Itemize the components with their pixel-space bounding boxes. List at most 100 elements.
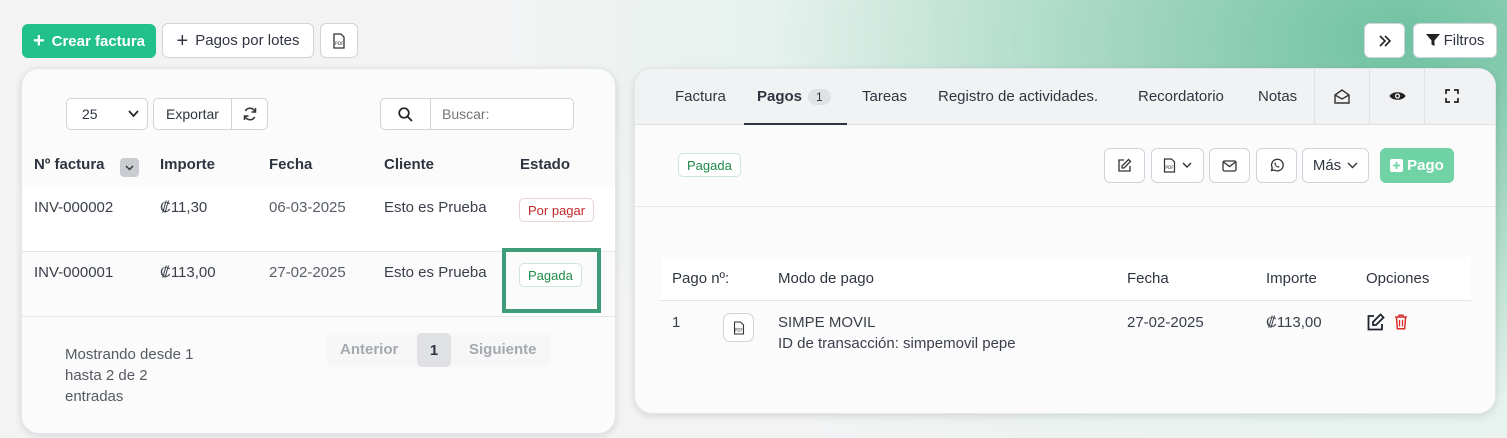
invoice-date: 27-02-2025 [269, 264, 346, 281]
filters-label: Filtros [1443, 32, 1485, 49]
pdf-file-icon: PDF [332, 32, 346, 49]
entries-info: Mostrando desde 1 hasta 2 de 2 entradas [65, 344, 193, 407]
search-button[interactable] [380, 98, 431, 130]
page-number-button[interactable]: 1 [417, 333, 451, 367]
col-payment-options: Opciones [1366, 270, 1430, 287]
search-input[interactable] [430, 98, 574, 130]
plus-square-icon [1390, 159, 1404, 172]
double-chevron-right-icon [1378, 34, 1392, 47]
pdf-dropdown-button[interactable]: PDF [1151, 148, 1204, 183]
payment-number: 1 [672, 314, 681, 331]
next-page-button[interactable]: Siguiente [469, 341, 537, 358]
filters-button[interactable]: Filtros [1413, 23, 1497, 58]
envelope-icon [1222, 159, 1237, 172]
tab-payments-label: Pagos [757, 88, 803, 105]
add-payment-button[interactable]: Pago [1380, 148, 1454, 183]
payment-pdf-button[interactable]: PDF [723, 313, 754, 342]
payment-amount: ₡113,00 [1266, 314, 1322, 331]
invoice-list-card: 25 Exportar Nº factura Importe Fecha Cli… [21, 68, 616, 434]
payment-transaction-id: ID de transacción: simpemovil pepe [778, 335, 1016, 352]
svg-text:PDF: PDF [1165, 165, 1174, 171]
sort-chevron-icon[interactable] [120, 158, 139, 177]
send-email-button[interactable] [1209, 148, 1250, 183]
more-dropdown-button[interactable]: Más [1302, 148, 1369, 183]
page-size-value: 25 [82, 106, 98, 122]
entries-info-line: Mostrando desde 1 [65, 346, 194, 363]
batch-payments-label: Pagos por lotes [195, 32, 300, 49]
page-size-select[interactable]: 25 [66, 98, 148, 130]
tab-divider [1314, 69, 1315, 125]
table-row[interactable]: INV-000002 ₡11,30 06-03-2025 Esto es Pru… [22, 187, 615, 251]
invoice-client: Esto es Prueba [384, 199, 487, 216]
table-row: 1 PDF SIMPE MOVIL ID de transacción: sim… [661, 302, 1471, 362]
pagination: Anterior 1 Siguiente [327, 333, 551, 367]
col-client[interactable]: Cliente [384, 156, 434, 173]
plus-icon: + [176, 29, 189, 52]
payment-mode: SIMPE MOVIL [778, 314, 876, 331]
whatsapp-button[interactable] [1256, 148, 1297, 183]
plus-icon: + [32, 30, 45, 52]
col-payment-mode: Modo de pago [778, 270, 874, 287]
tab-payments[interactable]: Pagos 1 [757, 88, 831, 105]
tab-notes[interactable]: Notas [1258, 88, 1297, 105]
col-date[interactable]: Fecha [269, 156, 312, 173]
invoice-detail-card: Factura Pagos 1 Tareas Registro de activ… [634, 68, 1496, 414]
active-tab-underline [744, 123, 847, 125]
svg-text:PDF: PDF [335, 41, 344, 47]
delete-payment-icon[interactable] [1394, 314, 1408, 330]
edit-icon [1117, 158, 1132, 173]
prev-page-button[interactable]: Anterior [340, 341, 398, 358]
col-payment-amount: Importe [1266, 270, 1317, 287]
export-label: Exportar [166, 106, 219, 122]
status-badge: Pagada [519, 263, 582, 287]
invoice-amount: ₡11,30 [160, 199, 208, 216]
tab-tasks[interactable]: Tareas [862, 88, 907, 105]
whatsapp-icon [1269, 158, 1284, 173]
payments-table-header: Pago nº: Modo de pago Fecha Importe Opci… [661, 257, 1471, 301]
filter-icon [1425, 34, 1440, 47]
tab-invoice[interactable]: Factura [675, 88, 726, 105]
table-row[interactable]: INV-000001 ₡113,00 27-02-2025 Esto es Pr… [22, 248, 615, 316]
section-divider [635, 206, 1495, 207]
payment-date: 27-02-2025 [1127, 314, 1204, 331]
add-payment-label: Pago [1407, 157, 1444, 174]
edit-invoice-button[interactable] [1104, 148, 1145, 183]
tab-divider [1369, 69, 1370, 125]
svg-text:PDF: PDF [735, 327, 743, 332]
col-payment-date: Fecha [1127, 270, 1169, 287]
invoice-client: Esto es Prueba [384, 264, 487, 281]
pdf-file-icon: PDF [1163, 158, 1176, 173]
col-invoice-number[interactable]: Nº factura [34, 156, 105, 173]
chevron-down-icon [128, 110, 139, 118]
status-badge: Por pagar [519, 198, 595, 222]
chevron-down-icon [1347, 162, 1358, 169]
invoice-number: INV-000002 [34, 199, 114, 216]
create-invoice-button[interactable]: + Crear factura [22, 24, 156, 58]
tab-divider [1424, 69, 1425, 125]
refresh-button[interactable] [231, 98, 268, 130]
expand-icon[interactable] [1445, 89, 1459, 103]
search-icon [398, 106, 413, 122]
col-amount[interactable]: Importe [160, 156, 215, 173]
batch-payments-button[interactable]: + Pagos por lotes [162, 23, 314, 58]
col-payment-number: Pago nº: [672, 270, 730, 287]
tab-activity-log[interactable]: Registro de actividades. [938, 88, 1098, 105]
eye-icon[interactable] [1389, 90, 1406, 102]
invoice-status-badge: Pagada [678, 153, 741, 177]
invoice-amount: ₡113,00 [160, 264, 216, 281]
tab-reminder[interactable]: Recordatorio [1138, 88, 1224, 105]
refresh-icon [243, 107, 257, 121]
pdf-export-button[interactable]: PDF [320, 23, 358, 58]
pdf-file-icon: PDF [733, 320, 745, 335]
collapse-panel-button[interactable] [1364, 23, 1405, 58]
mail-open-icon[interactable] [1334, 89, 1350, 104]
row-divider [22, 316, 615, 317]
export-button[interactable]: Exportar [153, 98, 232, 130]
create-invoice-label: Crear factura [51, 32, 146, 50]
chevron-down-icon [1182, 162, 1192, 169]
col-status[interactable]: Estado [520, 156, 570, 173]
entries-info-line: hasta 2 de 2 [65, 367, 148, 384]
edit-payment-icon[interactable] [1366, 313, 1385, 332]
more-label: Más [1312, 157, 1342, 174]
invoice-number: INV-000001 [34, 264, 114, 281]
